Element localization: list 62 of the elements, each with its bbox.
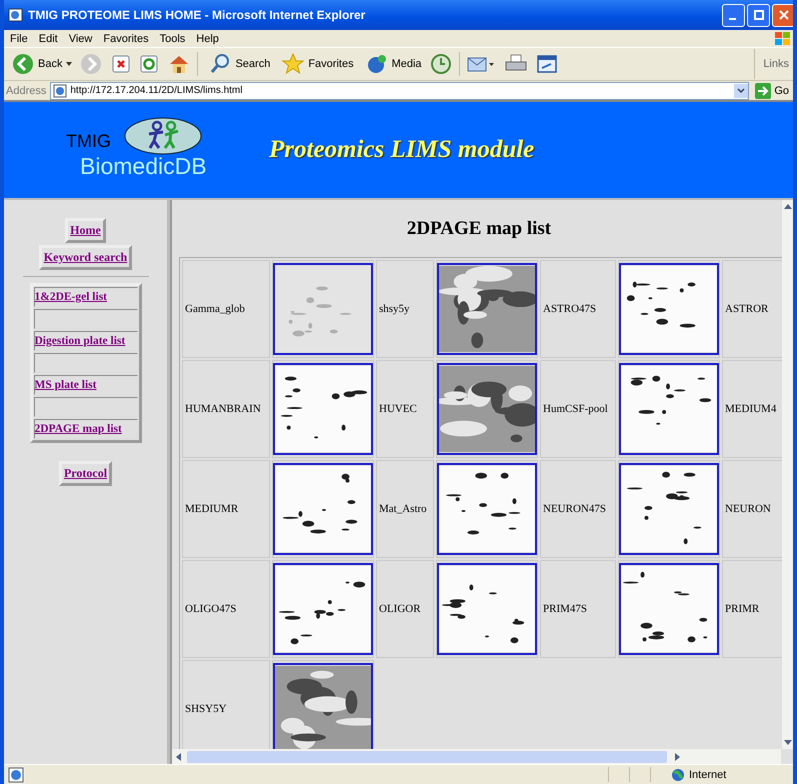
scroll-right-icon[interactable]	[675, 752, 680, 760]
table-cell: Gamma_glob	[182, 260, 270, 358]
star-icon	[282, 53, 304, 75]
back-button[interactable]: Back	[8, 53, 76, 75]
table-cell: HumCSF-pool	[540, 360, 616, 458]
edit-page-icon[interactable]	[536, 55, 557, 73]
favorites-button[interactable]: Favorites	[278, 53, 358, 75]
table-cell: ASTRO47S	[540, 260, 616, 358]
page-icon	[53, 84, 68, 98]
logo-figures-icon	[124, 117, 202, 155]
logo-text: BiomedicDB	[80, 153, 207, 180]
page-status-icon	[8, 766, 24, 782]
scroll-up-icon[interactable]	[784, 204, 792, 209]
vertical-scrollbar[interactable]	[782, 200, 793, 749]
media-icon	[366, 53, 388, 75]
ie-page-icon	[8, 7, 24, 23]
nav-link[interactable]: Keyword search	[38, 245, 132, 270]
table-cell: NEURON47S	[540, 460, 616, 558]
menu-item[interactable]: Tools	[156, 32, 192, 44]
search-button[interactable]: Search	[205, 53, 274, 75]
stop-icon[interactable]	[112, 55, 130, 73]
menu-item[interactable]: Favorites	[99, 32, 156, 44]
maximize-icon	[754, 10, 764, 20]
go-button[interactable]: Go	[753, 82, 791, 98]
windows-flag-icon	[773, 30, 793, 46]
menu-item[interactable]: Edit	[34, 32, 65, 44]
window-title: TMIG PROTEOME LIMS HOME - Microsoft Internet Explorer	[28, 8, 366, 22]
address-label: Address	[6, 84, 46, 96]
menu-item[interactable]: File	[6, 32, 35, 44]
minimize-icon	[728, 18, 736, 20]
scroll-left-icon[interactable]	[176, 752, 181, 760]
page-heading: 2DPAGE map list	[406, 217, 552, 241]
media-button[interactable]: Media	[362, 53, 426, 75]
links-label[interactable]: Links	[754, 49, 789, 79]
nav-link[interactable]: Home	[65, 218, 106, 243]
home-icon[interactable]	[168, 54, 190, 74]
table-cell: OLIGO47S	[182, 560, 270, 658]
search-icon	[209, 53, 232, 75]
menu-item[interactable]: View	[64, 32, 100, 44]
close-icon	[778, 10, 788, 20]
scroll-down-icon[interactable]	[784, 740, 792, 745]
dropdown-icon[interactable]	[734, 84, 748, 98]
table-cell: Mat_Astro	[376, 460, 434, 558]
table-cell: PRIM47S	[540, 560, 616, 658]
security-zone: Internet	[689, 768, 728, 780]
address-field[interactable]: http://172.17.204.11/2D/LIMS/lims.html	[50, 82, 750, 100]
logo-text: TMIG	[66, 131, 111, 152]
table-cell: HUVEC	[376, 360, 434, 458]
table-cell: MEDIUMR	[182, 460, 270, 558]
globe-icon	[671, 768, 685, 782]
go-arrow-icon	[755, 82, 772, 98]
module-title: Proteomics LIMS module	[269, 136, 534, 164]
menu-item[interactable]: Help	[192, 32, 226, 44]
maximize-button[interactable]	[747, 4, 770, 26]
nav-link[interactable]: Protocol	[58, 461, 112, 486]
caret-icon	[66, 62, 72, 66]
minimize-button[interactable]	[722, 4, 745, 26]
table-cell: OLIGOR	[376, 560, 434, 658]
table-cell: HUMANBRAIN	[182, 360, 270, 458]
horizontal-scrollbar[interactable]	[172, 749, 781, 764]
table-cell: shsy5y	[376, 260, 434, 358]
close-button[interactable]	[772, 4, 793, 26]
